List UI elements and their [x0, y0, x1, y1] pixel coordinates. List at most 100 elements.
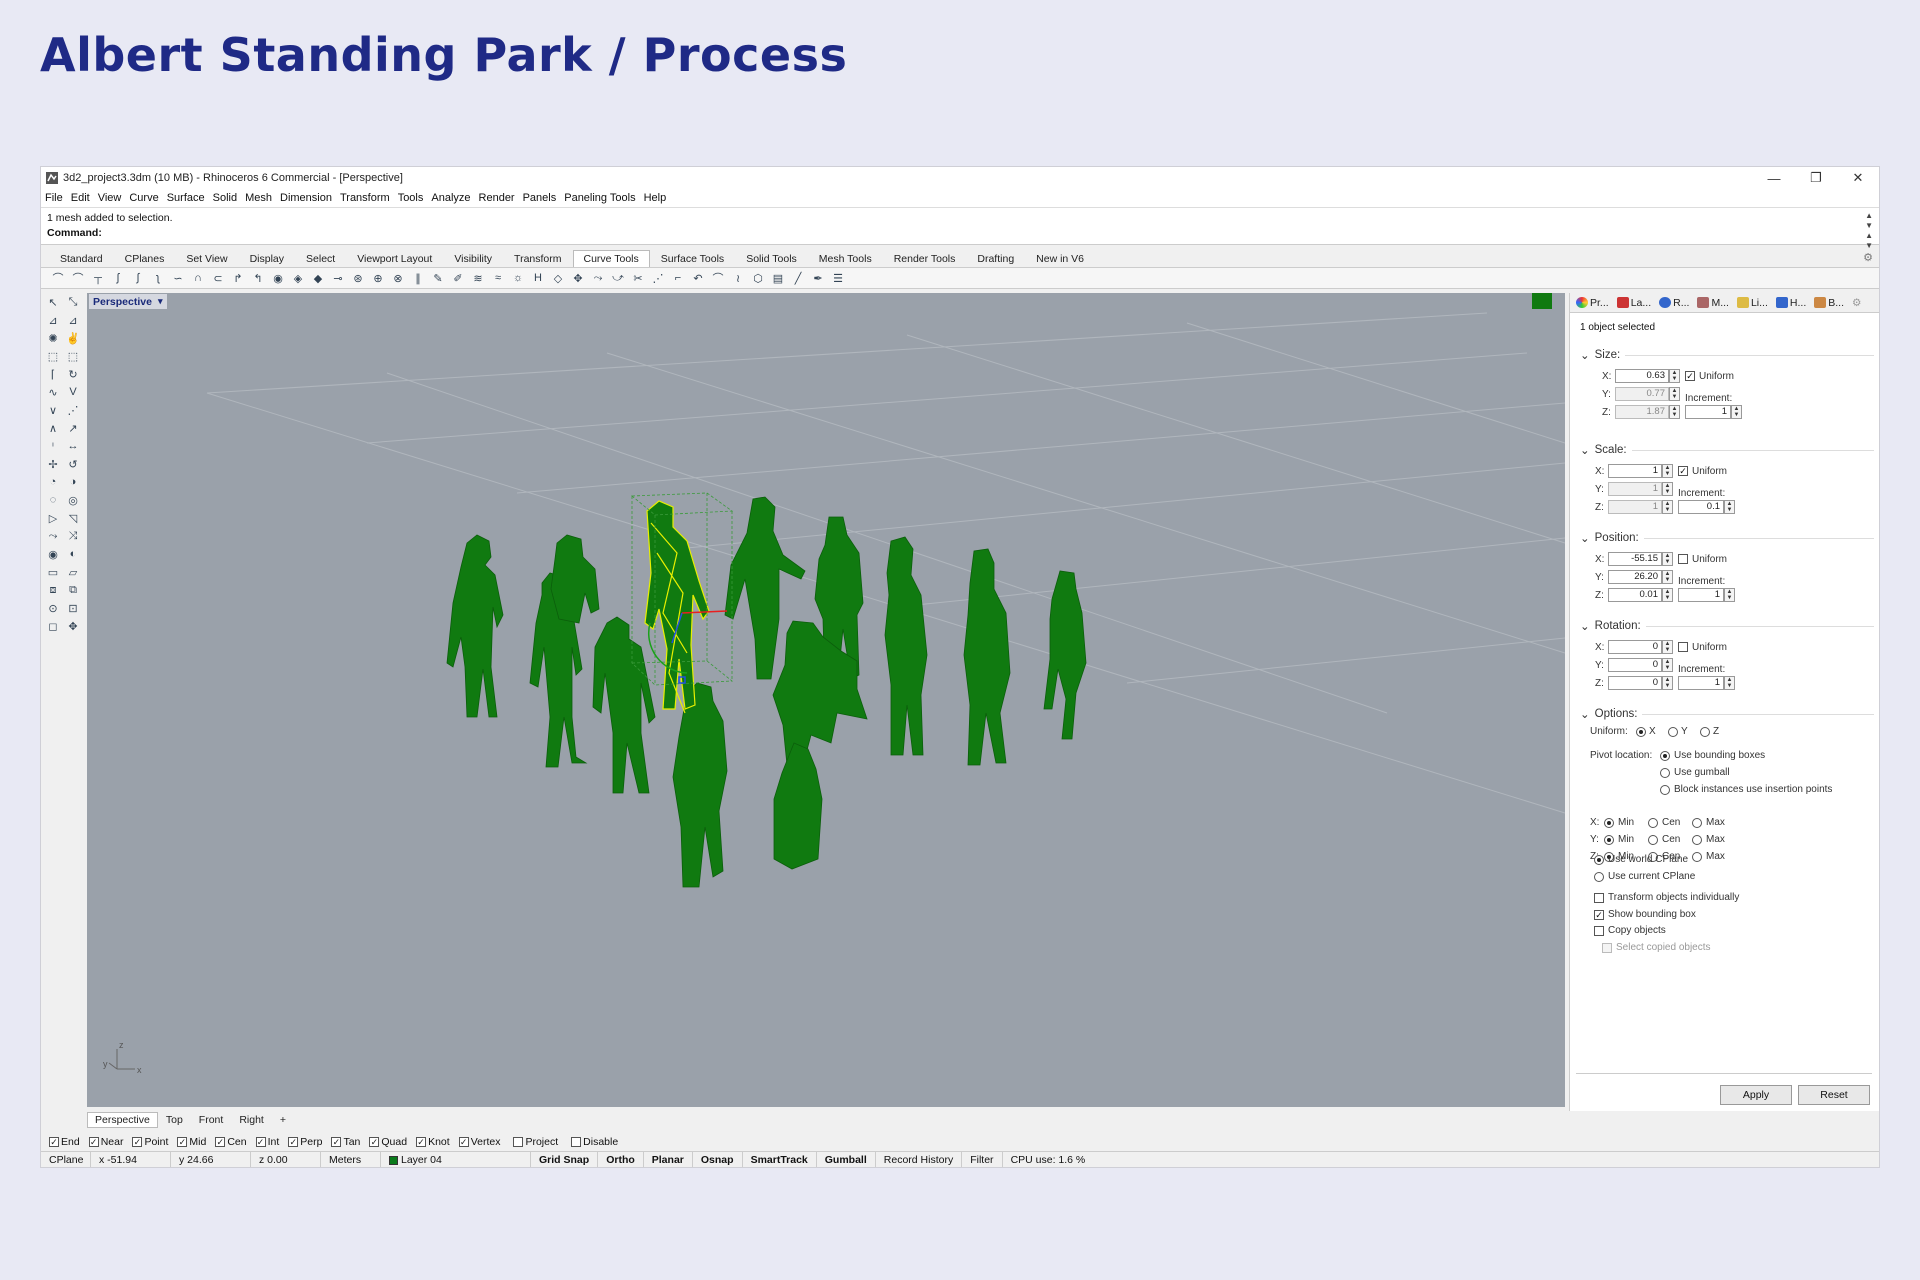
osnap-vertex[interactable]: ✓ Vertex: [458, 1136, 500, 1148]
annotation-icon[interactable]: ☰: [829, 270, 847, 286]
tab-visibility[interactable]: Visibility: [443, 250, 503, 267]
copy-objects-checkbox[interactable]: [1594, 926, 1604, 936]
rotation-uniform-checkbox[interactable]: [1678, 642, 1688, 652]
pivot-insertion-points-radio[interactable]: [1660, 785, 1670, 795]
position-uniform-checkbox[interactable]: [1678, 554, 1688, 564]
menu-edit[interactable]: Edit: [71, 192, 90, 204]
tab-solid-tools[interactable]: Solid Tools: [735, 250, 808, 267]
tab-surface-tools[interactable]: Surface Tools: [650, 250, 735, 267]
position-z-spinner[interactable]: ▲ ▼: [1662, 588, 1673, 602]
scale-increment-spinner[interactable]: ▲ ▼: [1724, 500, 1735, 514]
osnap-cen[interactable]: ✓ Cen: [215, 1136, 247, 1148]
spiral-icon[interactable]: ∧: [45, 420, 61, 436]
tab-transform[interactable]: Transform: [503, 250, 572, 267]
refit-icon[interactable]: ☼: [509, 270, 527, 286]
position-y-spinner[interactable]: ▲ ▼: [1662, 570, 1673, 584]
toggle-ortho[interactable]: Ortho: [598, 1151, 644, 1167]
restore-button[interactable]: ❐: [1795, 167, 1837, 189]
render-icon[interactable]: ◻: [45, 618, 61, 634]
rotation-increment-spinner[interactable]: ▲ ▼: [1724, 676, 1735, 690]
handlebar-icon[interactable]: ∥: [409, 270, 427, 286]
osnap-checkbox[interactable]: ✓: [177, 1137, 188, 1147]
mirror-icon[interactable]: ◑: [65, 474, 81, 490]
tab-mesh-tools[interactable]: Mesh Tools: [808, 250, 883, 267]
viewport-label[interactable]: Perspective ▾: [89, 294, 167, 309]
scale-x-field[interactable]: 1: [1608, 464, 1662, 478]
pull-curve-icon[interactable]: ◆: [309, 270, 327, 286]
tab-standard[interactable]: Standard: [49, 250, 114, 267]
toggle-smarttrack[interactable]: SmartTrack: [743, 1151, 817, 1167]
osnap-knot[interactable]: ✓ Knot: [416, 1136, 450, 1148]
perspective-viewport[interactable]: z y x Perspective ▾: [87, 293, 1565, 1107]
curve-through-pt-icon[interactable]: ◉: [269, 270, 287, 286]
box-edit-icon[interactable]: ▤: [769, 270, 787, 286]
osnap-checkbox[interactable]: ✓: [331, 1137, 342, 1147]
menu-help[interactable]: Help: [644, 192, 667, 204]
position-section-header[interactable]: ⌄ Position:: [1580, 531, 1874, 545]
uniform-x-radio[interactable]: [1636, 727, 1646, 737]
crv-deviation-icon[interactable]: ⊸: [329, 270, 347, 286]
position-z-field[interactable]: 0.01: [1608, 588, 1662, 602]
osnap-mid[interactable]: ✓ Mid: [177, 1136, 206, 1148]
osnap-checkbox[interactable]: ✓: [288, 1137, 299, 1147]
split-tool-icon[interactable]: ◹: [65, 510, 81, 526]
scale-section-header[interactable]: ⌄ Scale:: [1580, 443, 1874, 457]
pivot-x-min-radio[interactable]: [1604, 818, 1614, 828]
arc-icon[interactable]: ↻: [65, 366, 81, 382]
add-view-icon[interactable]: +: [272, 1112, 294, 1128]
command-prompt[interactable]: Command:: [47, 226, 1879, 241]
toggle-gumball[interactable]: Gumball: [817, 1151, 876, 1167]
panel-tab-help[interactable]: H...: [1772, 297, 1810, 309]
rotation-z-spinner[interactable]: ▲ ▼: [1662, 676, 1673, 690]
osnap-checkbox[interactable]: ✓: [49, 1137, 59, 1147]
tab-viewport-layout[interactable]: Viewport Layout: [346, 250, 443, 267]
menu-render[interactable]: Render: [479, 192, 515, 204]
make-periodic-icon[interactable]: ≈: [489, 270, 507, 286]
extrude-icon[interactable]: ▱: [65, 564, 81, 580]
size-x-spinner[interactable]: ▲ ▼: [1669, 369, 1680, 383]
menu-paneling-tools[interactable]: Paneling Tools: [564, 192, 635, 204]
fair-icon[interactable]: ↶: [689, 270, 707, 286]
close-button[interactable]: ✕: [1837, 167, 1879, 189]
menu-panels[interactable]: Panels: [523, 192, 557, 204]
pen-icon[interactable]: ✒: [809, 270, 827, 286]
reset-button[interactable]: Reset: [1798, 1085, 1870, 1105]
fillet-edge-icon[interactable]: ◐: [65, 546, 81, 562]
rectangle-icon[interactable]: ⬚: [45, 348, 61, 364]
dimension-icon[interactable]: ↔: [65, 438, 81, 454]
surface-icon[interactable]: ⧈: [45, 582, 61, 598]
minimize-button[interactable]: —: [1753, 167, 1795, 189]
rotation-increment-field[interactable]: 1: [1678, 676, 1724, 690]
rotation-y-field[interactable]: 0: [1608, 658, 1662, 672]
menu-dimension[interactable]: Dimension: [280, 192, 332, 204]
line-icon[interactable]: ╱: [789, 270, 807, 286]
menu-surface[interactable]: Surface: [167, 192, 205, 204]
point-icon[interactable]: ⤡: [65, 294, 81, 310]
select-arrow-icon[interactable]: ↖: [45, 294, 61, 310]
fit-curve-icon[interactable]: ∩: [189, 270, 207, 286]
edit-point-icon[interactable]: ⊗: [389, 270, 407, 286]
pivot-x-cen-radio[interactable]: [1648, 818, 1658, 828]
move-along-icon[interactable]: ⤳: [589, 270, 607, 286]
pivot-y-max-radio[interactable]: [1692, 835, 1702, 845]
join-icon[interactable]: ⤳: [45, 528, 61, 544]
adjust-seam-icon[interactable]: ʅ: [149, 270, 167, 286]
menu-mesh[interactable]: Mesh: [245, 192, 272, 204]
toggle-record-history[interactable]: Record History: [876, 1151, 963, 1167]
arc-blend-icon[interactable]: ⌒: [709, 270, 727, 286]
osnap-perp[interactable]: ✓ Perp: [288, 1136, 322, 1148]
vertex-icon[interactable]: ∨: [45, 402, 61, 418]
scale-uniform-checkbox[interactable]: ✓: [1678, 466, 1688, 476]
boolean-icon[interactable]: ◉: [45, 546, 61, 562]
polygon-tool-icon[interactable]: V: [65, 384, 81, 400]
status-units[interactable]: Meters: [321, 1151, 381, 1167]
tab-new-in-v6[interactable]: New in V6: [1025, 250, 1095, 267]
simplify-icon[interactable]: ⌐: [669, 270, 687, 286]
position-increment-spinner[interactable]: ▲ ▼: [1724, 588, 1735, 602]
command-area[interactable]: 1 mesh added to selection. Command: ▲ ▼ ▲ ▼: [41, 207, 1879, 250]
status-cplane[interactable]: CPlane: [41, 1151, 91, 1167]
menu-file[interactable]: File: [45, 192, 63, 204]
symmetry-icon[interactable]: ⊛: [349, 270, 367, 286]
panel-gear-icon[interactable]: ⚙: [1848, 297, 1865, 309]
curve-boolean-icon[interactable]: ↰: [249, 270, 267, 286]
